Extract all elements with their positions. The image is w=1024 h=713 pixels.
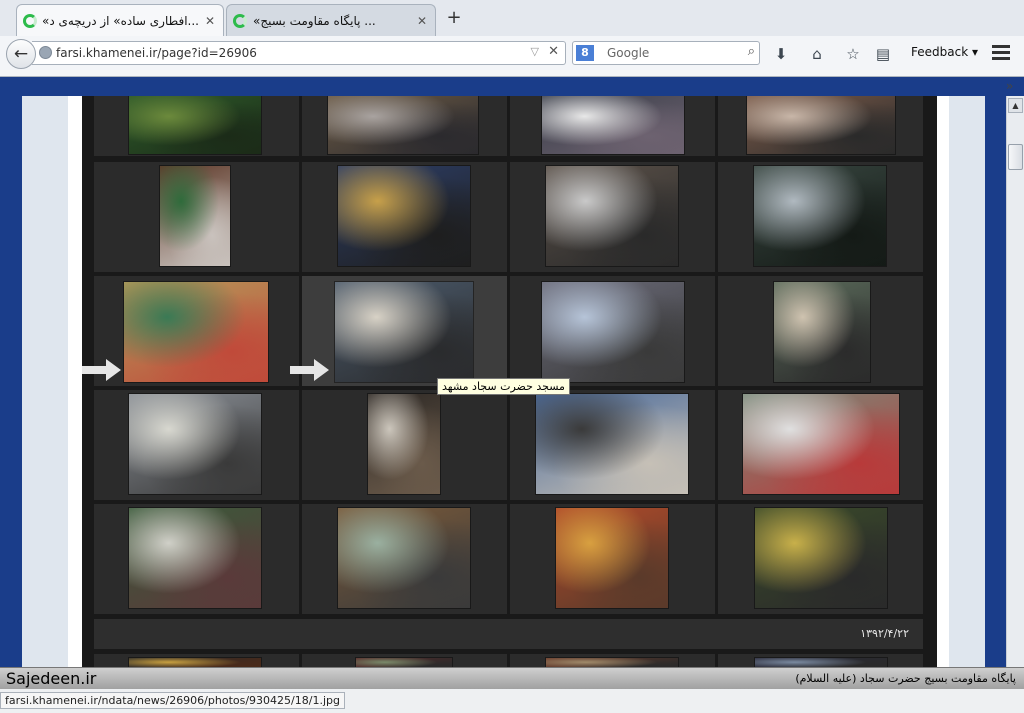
loading-spinner-icon: [233, 13, 247, 28]
gallery-cell[interactable]: [94, 390, 299, 500]
gallery-photo[interactable]: [124, 282, 268, 382]
arrow-right-icon: [82, 359, 121, 381]
gallery-cell[interactable]: [302, 96, 507, 156]
search-icon[interactable]: ⌕: [748, 44, 755, 59]
feedback-button[interactable]: Feedback ▾: [911, 45, 978, 59]
search-bar[interactable]: 8 Google ⌕: [572, 41, 760, 65]
gallery-cell[interactable]: [718, 162, 923, 272]
gallery-cell[interactable]: [718, 276, 923, 386]
gallery-cell[interactable]: [510, 276, 715, 386]
page-margin: [68, 96, 82, 667]
gallery-cell[interactable]: [718, 654, 923, 667]
gallery-photo[interactable]: [546, 166, 678, 266]
gallery-photo[interactable]: [368, 394, 440, 494]
gallery-photo[interactable]: [129, 508, 261, 608]
status-link-url: farsi.khamenei.ir/ndata/news/26906/photo…: [0, 692, 345, 709]
gallery-photo[interactable]: [755, 508, 887, 608]
gallery-photo[interactable]: [542, 282, 684, 382]
watermark-caption: پایگاه مقاومت بسیج حضرت سجاد (علیه السلا…: [795, 672, 1016, 685]
gallery-photo[interactable]: [542, 96, 684, 154]
tab-strip: ...افطاری ساده» از دریچه‌ی د» ✕ ... پایگ…: [0, 0, 1024, 37]
close-tab-icon[interactable]: ✕: [203, 14, 217, 28]
tab-basij-base[interactable]: ... پایگاه مقاومت بسیج» ✕: [226, 4, 436, 36]
loading-spinner-icon: [23, 13, 37, 28]
gallery-photo[interactable]: [747, 96, 895, 154]
watermark-site: Sajedeen.ir: [6, 669, 97, 688]
gallery-cell[interactable]: [510, 162, 715, 272]
tab-ramadan-iftar[interactable]: ...افطاری ساده» از دریچه‌ی د» ✕: [16, 4, 224, 36]
dropdown-icon[interactable]: ▽: [531, 45, 539, 58]
menu-icon[interactable]: [992, 45, 1010, 63]
navigation-toolbar: farsi.khamenei.ir/page?id=26906 ▽ ✕ ← 8 …: [0, 36, 1024, 77]
page-side-panel: [949, 96, 985, 667]
gallery-cell[interactable]: [510, 390, 715, 500]
gallery-cell[interactable]: [510, 504, 715, 614]
google-icon[interactable]: 8: [576, 45, 594, 61]
gallery-cell[interactable]: [718, 390, 923, 500]
toolbar-overflow-button[interactable]: »: [1006, 79, 1013, 93]
gallery-photo[interactable]: [536, 394, 688, 494]
gallery-photo[interactable]: [129, 658, 261, 667]
download-icon[interactable]: ⬇: [771, 44, 791, 64]
gallery-cell[interactable]: [94, 276, 299, 386]
gallery-photo[interactable]: [556, 508, 668, 608]
gallery-date: ۱۳۹۲/۴/۲۲: [860, 627, 909, 640]
address-bar[interactable]: farsi.khamenei.ir/page?id=26906 ▽ ✕: [32, 41, 566, 65]
scroll-thumb[interactable]: [1008, 144, 1023, 170]
tab-title: ... پایگاه مقاومت بسیج»: [253, 13, 376, 28]
address-url[interactable]: farsi.khamenei.ir/page?id=26906: [56, 42, 257, 64]
feedback-label: Feedback: [911, 45, 969, 59]
home-icon[interactable]: ⌂: [807, 44, 827, 64]
gallery-photo[interactable]: [328, 96, 478, 154]
close-tab-icon[interactable]: ✕: [415, 14, 429, 28]
gallery-photo[interactable]: [774, 282, 870, 382]
gallery-cell[interactable]: [302, 276, 507, 386]
gallery-cell[interactable]: [718, 504, 923, 614]
gallery-photo[interactable]: [129, 96, 261, 154]
back-button[interactable]: ←: [6, 39, 36, 69]
gallery-cell[interactable]: [94, 96, 299, 156]
bookmark-star-icon[interactable]: ☆: [843, 44, 863, 64]
gallery-cell[interactable]: [718, 96, 923, 156]
tab-title: ...افطاری ساده» از دریچه‌ی د»: [43, 13, 199, 28]
gallery-cell[interactable]: [302, 504, 507, 614]
gallery-photo[interactable]: [335, 282, 473, 382]
page-viewport: ۱۳۹۲/۴/۲۲ مسجد حضرت سجاد مشهد: [0, 96, 1006, 667]
gallery-cell[interactable]: [302, 654, 507, 667]
gallery-photo[interactable]: [160, 166, 230, 266]
new-tab-button[interactable]: +: [444, 9, 464, 29]
gallery-photo[interactable]: [338, 508, 470, 608]
date-header: ۱۳۹۲/۴/۲۲: [94, 619, 923, 649]
gallery-photo[interactable]: [754, 166, 886, 266]
gallery-cell[interactable]: [302, 390, 507, 500]
gallery-cell[interactable]: [302, 162, 507, 272]
search-input[interactable]: Google: [607, 42, 649, 64]
gallery-cell[interactable]: [94, 654, 299, 667]
gallery-cell[interactable]: [94, 504, 299, 614]
gallery-photo[interactable]: [338, 166, 470, 266]
gallery-photo[interactable]: [356, 658, 452, 667]
reading-list-icon[interactable]: ▤: [873, 44, 893, 64]
globe-icon: [39, 46, 52, 59]
gallery-cell[interactable]: [510, 654, 715, 667]
gallery-photo[interactable]: [546, 658, 678, 667]
gallery-cell[interactable]: [510, 96, 715, 156]
scroll-up-button[interactable]: ▲: [1008, 98, 1023, 113]
watermark-band: Sajedeen.ir پایگاه مقاومت بسیج حضرت سجاد…: [0, 667, 1024, 690]
gallery-photo[interactable]: [755, 658, 887, 667]
gallery-cell[interactable]: [94, 162, 299, 272]
image-tooltip: مسجد حضرت سجاد مشهد: [437, 378, 570, 395]
stop-icon[interactable]: ✕: [548, 44, 559, 59]
page-margin: [937, 96, 949, 667]
status-bar: farsi.khamenei.ir/ndata/news/26906/photo…: [0, 689, 1024, 713]
gallery-photo[interactable]: [743, 394, 899, 494]
gallery-photo[interactable]: [129, 394, 261, 494]
vertical-scrollbar[interactable]: ▲: [1006, 96, 1024, 667]
page-side-panel: [22, 96, 68, 667]
arrow-right-icon: [290, 359, 329, 381]
